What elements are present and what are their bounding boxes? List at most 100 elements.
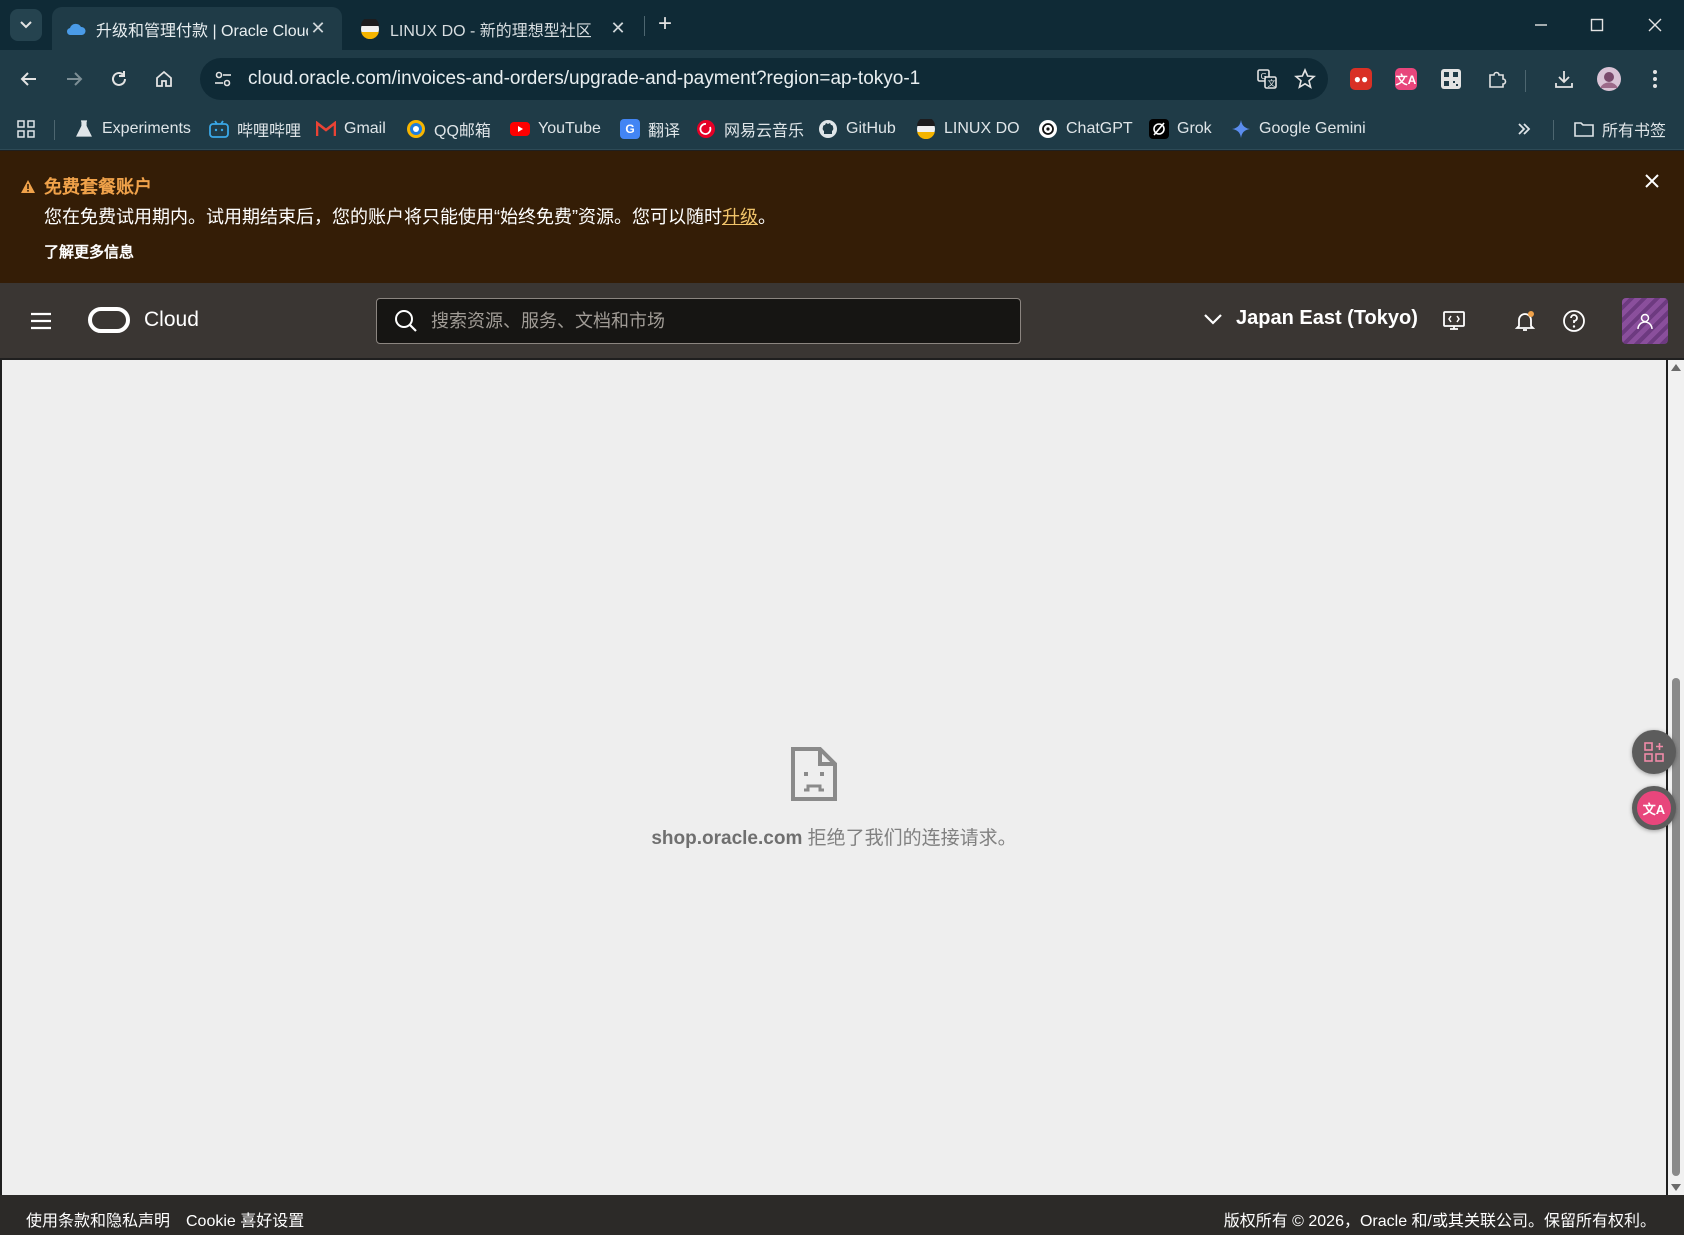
translate-icon: 文A xyxy=(1637,791,1671,825)
extensions-puzzle-icon[interactable] xyxy=(1482,64,1512,94)
all-bookmarks-button[interactable]: 所有书签 xyxy=(1574,116,1666,142)
banner-message: 您在免费试用期内。试用期结束后，您的账户将只能使用“始终免费”资源。您可以随时升… xyxy=(44,203,776,229)
scroll-down-arrow[interactable] xyxy=(1671,1184,1681,1191)
oracle-cloud-logo[interactable]: Cloud xyxy=(88,307,199,333)
banner-close-button[interactable] xyxy=(1640,169,1664,193)
tab-search-button[interactable] xyxy=(10,9,42,41)
navigation-menu-button[interactable] xyxy=(28,308,54,334)
bookmark-label: YouTube xyxy=(538,120,601,137)
user-profile-button[interactable] xyxy=(1622,298,1668,344)
grok-icon xyxy=(1149,119,1169,139)
translate-page-icon[interactable]: G文 xyxy=(1252,64,1282,94)
chevron-down-icon xyxy=(1204,313,1222,325)
extension-translate-icon[interactable]: 文A xyxy=(1391,64,1421,94)
tab-title: LINUX DO - 新的理想型社区 xyxy=(390,22,592,40)
upgrade-link[interactable]: 升级 xyxy=(722,207,758,227)
translate-icon: G xyxy=(620,119,640,139)
bookmarks-divider xyxy=(1553,120,1554,140)
banner-title-text: 免费套餐账户 xyxy=(44,177,152,197)
linuxdo-icon xyxy=(916,119,936,139)
home-button[interactable] xyxy=(149,64,179,94)
tab-close-button[interactable]: ✕ xyxy=(608,18,628,39)
search-input[interactable] xyxy=(431,310,991,332)
more-bookmarks-button[interactable] xyxy=(1516,116,1532,142)
new-tab-button[interactable]: + xyxy=(652,12,678,38)
bookmark-chatgpt[interactable]: ChatGPT xyxy=(1038,116,1133,142)
banner-message-text: 您在免费试用期内。试用期结束后，您的账户将只能使用“始终免费”资源。您可以随时 xyxy=(44,207,722,227)
bookmark-translate[interactable]: G 翻译 xyxy=(620,116,680,142)
page-footer: 使用条款和隐私声明 Cookie 喜好设置 版权所有 © 2026，Oracle… xyxy=(0,1195,1684,1235)
floating-translate-button[interactable]: 文A xyxy=(1632,786,1676,830)
home-icon xyxy=(156,70,172,87)
bookmark-youtube[interactable]: YouTube xyxy=(510,116,601,142)
learn-more-link[interactable]: 了解更多信息 xyxy=(44,241,134,262)
extension-red-icon[interactable]: ●● xyxy=(1346,64,1376,94)
apps-button[interactable] xyxy=(16,116,36,142)
tab-close-button[interactable]: ✕ xyxy=(308,18,328,39)
floating-apps-button[interactable] xyxy=(1632,730,1676,774)
cookie-preferences-link[interactable]: Cookie 喜好设置 xyxy=(186,1207,304,1231)
bookmark-github[interactable]: GitHub xyxy=(818,116,896,142)
bookmark-netease-music[interactable]: 网易云音乐 xyxy=(696,116,804,142)
bookmark-star-icon[interactable] xyxy=(1290,64,1320,94)
minimize-icon xyxy=(1535,24,1547,26)
github-icon xyxy=(818,119,838,139)
gemini-icon xyxy=(1231,119,1251,139)
forward-button[interactable] xyxy=(59,64,89,94)
search-icon xyxy=(395,310,417,332)
region-selector[interactable]: Japan East (Tokyo) xyxy=(1204,307,1418,330)
bookmarks-divider xyxy=(54,120,55,140)
bookmark-gemini[interactable]: Google Gemini xyxy=(1231,116,1366,142)
scroll-up-arrow[interactable] xyxy=(1671,364,1681,371)
tab-linux-do[interactable]: LINUX DO - 新的理想型社区 ✕ xyxy=(346,7,642,50)
bookmark-experiments[interactable]: Experiments xyxy=(74,116,191,142)
bookmark-grok[interactable]: Grok xyxy=(1149,116,1212,142)
search-box[interactable] xyxy=(376,298,1021,344)
warning-icon xyxy=(21,179,35,193)
bookmark-linuxdo[interactable]: LINUX DO xyxy=(916,116,1020,142)
downloads-button[interactable] xyxy=(1549,64,1579,94)
minimize-button[interactable] xyxy=(1526,10,1556,40)
profile-avatar[interactable] xyxy=(1594,64,1624,94)
bookmark-bilibili[interactable]: 哔哩哔哩 xyxy=(209,116,301,142)
back-button[interactable] xyxy=(14,64,44,94)
extension-qrcode-icon[interactable] xyxy=(1436,64,1466,94)
bookmark-label: LINUX DO xyxy=(944,120,1020,137)
chevron-double-right-icon xyxy=(1518,123,1531,135)
developer-tools-button[interactable] xyxy=(1440,307,1468,335)
bookmark-label: ChatGPT xyxy=(1066,120,1133,137)
address-bar[interactable]: cloud.oracle.com/invoices-and-orders/upg… xyxy=(200,58,1328,100)
bookmark-gmail[interactable]: Gmail xyxy=(316,116,386,142)
close-window-button[interactable] xyxy=(1640,10,1670,40)
user-icon xyxy=(1637,313,1653,330)
browser-tabstrip: 升级和管理付款 | Oracle Cloud ✕ LINUX DO - 新的理想… xyxy=(0,0,1684,50)
chevron-down-icon xyxy=(20,21,32,29)
site-info-icon[interactable] xyxy=(206,62,240,96)
bookmark-label: Gmail xyxy=(344,120,386,137)
notifications-button[interactable] xyxy=(1511,307,1539,335)
monitor-code-icon xyxy=(1443,311,1465,330)
error-host: shop.oracle.com xyxy=(651,828,803,849)
terms-privacy-link[interactable]: 使用条款和隐私声明 xyxy=(26,1207,170,1231)
arrow-left-icon xyxy=(20,72,36,86)
close-icon xyxy=(1645,174,1659,188)
reload-button[interactable] xyxy=(104,64,134,94)
bookmark-label: QQ邮箱 xyxy=(434,123,491,140)
svg-text:文: 文 xyxy=(1268,78,1276,88)
tab-title: 升级和管理付款 | Oracle Cloud xyxy=(96,22,308,40)
banner-title: 免费套餐账户 xyxy=(20,173,152,199)
bookmark-qqmail[interactable]: QQ邮箱 xyxy=(406,116,491,142)
bookmark-label: Google Gemini xyxy=(1259,120,1366,137)
page-scrollbar[interactable] xyxy=(1668,360,1684,1195)
close-icon xyxy=(1648,18,1662,32)
help-button[interactable] xyxy=(1560,307,1588,335)
copyright-text: 版权所有 © 2026，Oracle 和/或其关联公司。保留所有权利。 xyxy=(1223,1213,1656,1230)
browser-menu-button[interactable] xyxy=(1640,64,1670,94)
bookmark-label: Grok xyxy=(1177,120,1212,137)
bell-icon xyxy=(1514,311,1536,331)
tab-oracle-cloud[interactable]: 升级和管理付款 | Oracle Cloud ✕ xyxy=(52,7,342,50)
chatgpt-icon xyxy=(1038,119,1058,139)
reload-icon xyxy=(112,71,126,86)
maximize-icon xyxy=(1590,18,1604,32)
maximize-button[interactable] xyxy=(1582,10,1612,40)
